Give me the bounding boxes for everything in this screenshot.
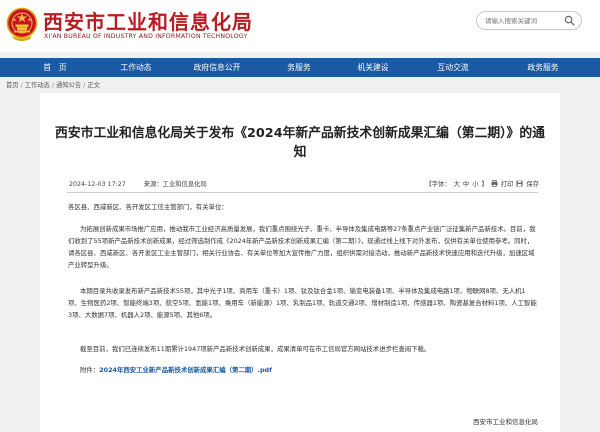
paragraph-2: 本期目录共收录发布新产品新技术55项，其中光子1项、商用车（重卡）1项、钛及钛合…	[68, 287, 537, 319]
save-icon	[516, 180, 523, 187]
nav-work-news[interactable]: 工作动态	[110, 58, 162, 77]
font-large-button[interactable]: 大	[454, 179, 460, 188]
nav-home[interactable]: 首 页	[0, 58, 110, 77]
article-meta: 2024-12-03 17:27 来源：工业和信息化局 【字体： 大 中 小 】…	[69, 179, 539, 189]
nav-affairs-service[interactable]: 务服务	[272, 58, 326, 77]
save-button[interactable]: 保存	[516, 179, 539, 188]
save-label: 保存	[526, 181, 539, 188]
article-card: 西安市工业和信息化局关于发布《2024年新产品新技术创新成果汇编（第二期）》的通…	[40, 93, 560, 432]
print-label: 打印	[500, 181, 514, 188]
paragraph-1: 为拓展创新成果市场推广应用，推动我市工业经济高质量发展，我们重点围绕光子、重卡、…	[68, 225, 536, 269]
nav-gov-service[interactable]: 政务服务	[486, 58, 600, 77]
breadcrumb-work-news[interactable]: 工作动态	[25, 82, 50, 89]
national-emblem-icon[interactable]	[6, 6, 38, 42]
font-size-close: 】	[481, 181, 488, 188]
article-tools: 【字体： 大 中 小 】 打印 保存	[422, 179, 539, 188]
nav-organ-building[interactable]: 机关建设	[326, 58, 420, 77]
breadcrumb-separator: /	[20, 82, 23, 89]
search-input[interactable]	[485, 14, 563, 27]
nav-info-disclosure[interactable]: 政府信息公开	[162, 58, 272, 77]
site-subtitle-en: XI'AN BUREAU OF INDUSTRY AND INFORMATION…	[44, 33, 248, 40]
site-header: 西安市工业和信息化局 XI'AN BUREAU OF INDUSTRY AND …	[0, 0, 600, 52]
attachment-line: 附件：2024年西安工业新产品新技术创新成果汇编（第二期）.pdf	[68, 364, 538, 376]
breadcrumb-current: 正文	[87, 82, 100, 89]
paragraph-3: 截至目前，我们已连续发布11期累计1947项新产品新技术创新成果，成果清单可在市…	[80, 345, 431, 353]
attachment-label: 附件：	[80, 366, 100, 374]
article-source: 来源：工业和信息化局	[143, 181, 207, 188]
main-nav: 首 页 工作动态 政府信息公开 务服务 机关建设 互动交流 政务服务	[0, 58, 600, 77]
breadcrumb-separator: /	[83, 82, 86, 89]
search-icon[interactable]	[564, 15, 575, 26]
font-size-label: 【字体：	[425, 181, 451, 188]
font-small-button[interactable]: 小	[472, 179, 478, 188]
print-button[interactable]: 打印	[491, 179, 514, 188]
signature: 西安市工业和信息化局	[473, 418, 538, 426]
article-title: 西安市工业和信息化局关于发布《2024年新产品新技术创新成果汇编（第二期）》的通…	[55, 126, 545, 160]
breadcrumb-separator: /	[51, 82, 55, 89]
publish-date: 2024-12-03 17:27	[69, 181, 126, 188]
print-icon	[491, 180, 498, 187]
breadcrumb: 首页 / 工作动态 / 通知公告 / 正文	[6, 80, 100, 89]
breadcrumb-notices[interactable]: 通知公告	[56, 82, 81, 89]
site-title[interactable]: 西安市工业和信息化局	[43, 6, 253, 35]
search-box[interactable]	[476, 11, 582, 30]
breadcrumb-home[interactable]: 首页	[6, 82, 19, 89]
attachment-link[interactable]: 2024年西安工业新产品新技术创新成果汇编（第二期）.pdf	[99, 366, 272, 374]
salutation: 各区县、西咸新区、各开发区工信主管部门，有关单位：	[68, 203, 228, 211]
font-medium-button[interactable]: 中	[463, 179, 469, 188]
meta-divider	[67, 192, 538, 193]
nav-interaction[interactable]: 互动交流	[420, 58, 486, 77]
